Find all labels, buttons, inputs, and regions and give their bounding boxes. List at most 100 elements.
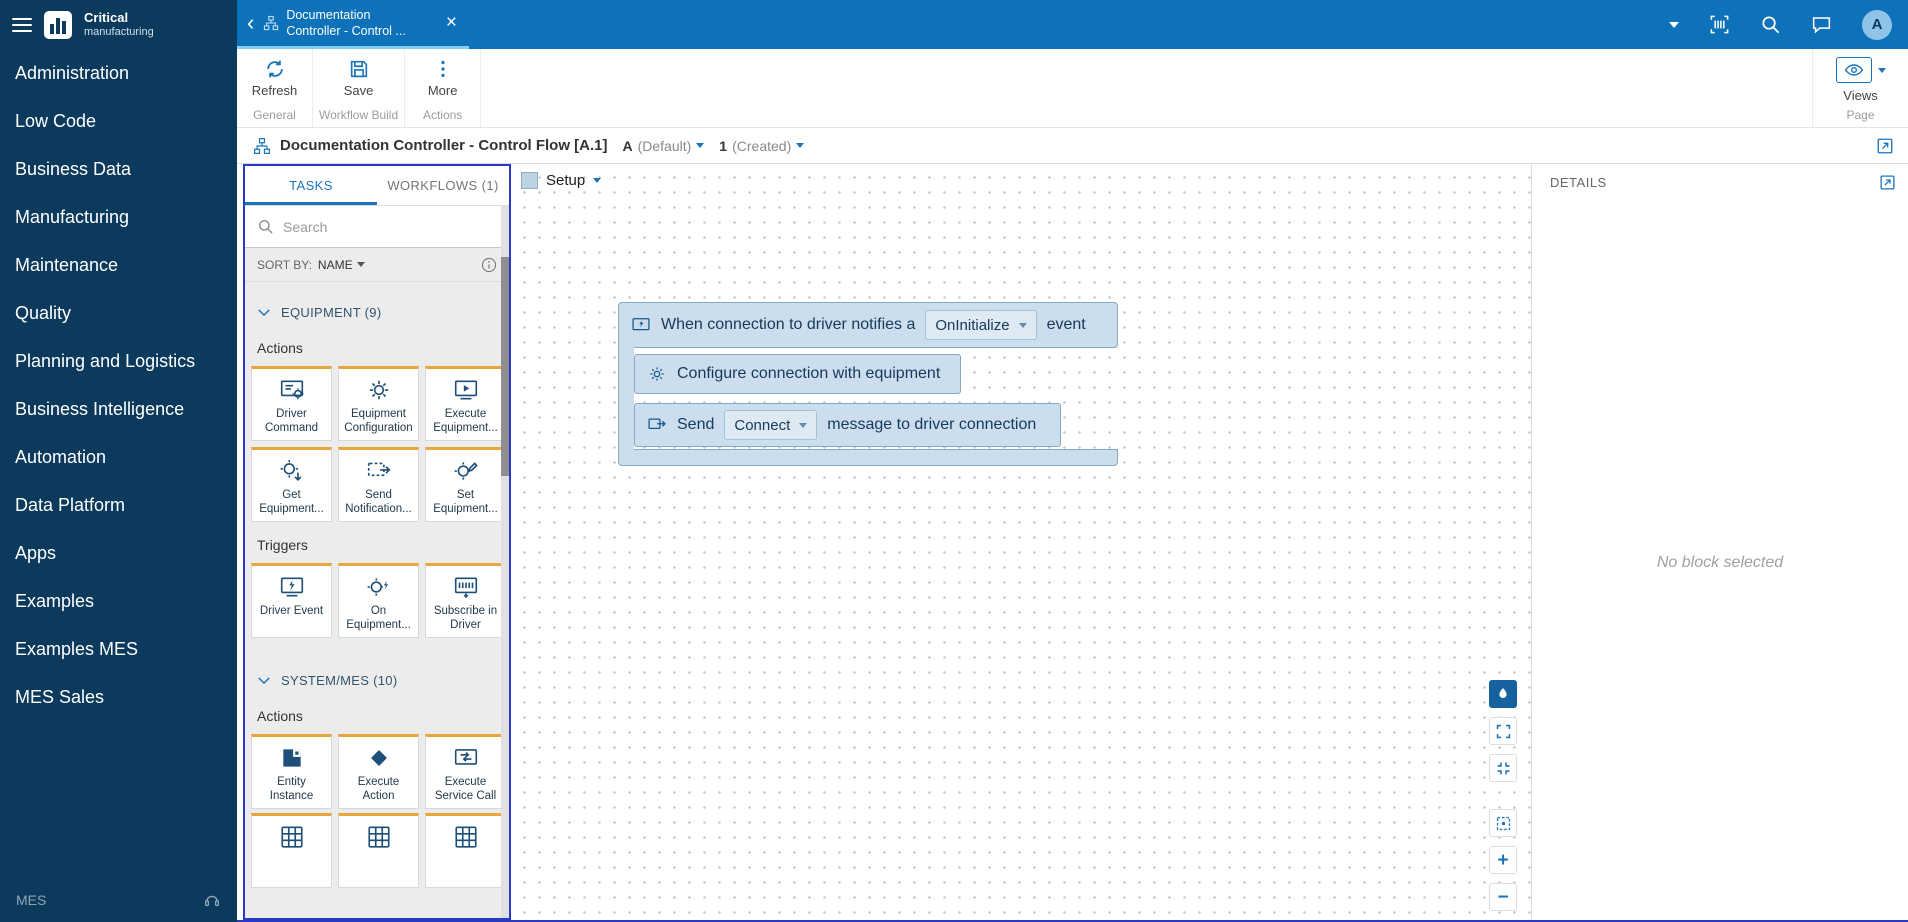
block-bottom-cap[interactable] <box>618 449 1118 466</box>
zoom-out-button[interactable]: − <box>1489 883 1517 911</box>
task-card-label: Set Equipment... <box>426 489 505 517</box>
revision-selector[interactable]: 1 (Created) <box>713 138 804 154</box>
sidebar-item-low-code[interactable]: Low Code <box>0 97 237 145</box>
block-driver-event-trigger[interactable]: When connection to driver notifies a OnI… <box>618 302 1118 348</box>
save-label: Save <box>344 83 374 98</box>
group-label-actions: Actions <box>245 697 509 734</box>
more-button[interactable]: More <box>428 58 458 98</box>
panel-scrollbar[interactable] <box>501 206 509 918</box>
task-card-execute-equipment[interactable]: Execute Equipment... <box>425 366 506 441</box>
info-icon[interactable] <box>481 257 497 273</box>
refresh-button[interactable]: Refresh <box>252 58 298 98</box>
zoom-in-button[interactable]: + <box>1489 846 1517 874</box>
open-details-icon[interactable] <box>1879 174 1896 191</box>
sidebar-item-quality[interactable]: Quality <box>0 289 237 337</box>
chevron-down-icon <box>257 308 271 317</box>
tab-back-icon[interactable]: ‹ <box>245 12 256 34</box>
save-button[interactable]: Save <box>344 58 374 98</box>
refresh-icon <box>264 58 286 80</box>
toolbar-group-label: Actions <box>423 105 462 124</box>
task-card-label: Subscribe in Driver <box>426 605 505 633</box>
search-input[interactable] <box>283 219 497 235</box>
sidebar-item-automation[interactable]: Automation <box>0 433 237 481</box>
views-label: Views <box>1843 88 1877 103</box>
event-dropdown[interactable]: OnInitialize <box>925 310 1036 340</box>
task-card-execute-action[interactable]: Execute Action <box>338 734 419 809</box>
sidebar-item-apps[interactable]: Apps <box>0 529 237 577</box>
topbar-dropdown-chevron-icon[interactable] <box>1669 22 1679 28</box>
task-card[interactable] <box>425 813 506 888</box>
search-icon[interactable] <box>1760 14 1781 35</box>
content-area: TASKS WORKFLOWS (1) SORT BY: NAME <box>237 164 1908 922</box>
hamburger-menu-icon[interactable] <box>12 18 32 32</box>
search-bar <box>245 206 509 248</box>
fit-view-button[interactable] <box>1489 809 1517 837</box>
tab-hierarchy-icon <box>263 15 279 31</box>
sidebar-item-data-platform[interactable]: Data Platform <box>0 481 237 529</box>
sidebar-item-mes-sales[interactable]: MES Sales <box>0 673 237 721</box>
block-configure-connection[interactable]: Configure connection with equipment <box>634 354 961 394</box>
task-card-driver-command[interactable]: Driver Command <box>251 366 332 441</box>
collapse-button[interactable] <box>1489 754 1517 782</box>
details-header: DETAILS <box>1532 164 1908 200</box>
block-send-message[interactable]: Send Connect message to driver connectio… <box>634 403 1061 447</box>
scanner-icon[interactable] <box>1709 14 1730 35</box>
sidebar-item-maintenance[interactable]: Maintenance <box>0 241 237 289</box>
configure-text: Configure connection with equipment <box>677 365 940 383</box>
dropdown-chevron-icon <box>799 423 807 428</box>
sidebar-item-business-data[interactable]: Business Data <box>0 145 237 193</box>
more-dots-icon <box>432 58 454 80</box>
tab-title-line2: Controller - Control ... <box>286 23 435 39</box>
task-card-label: Get Equipment... <box>252 489 331 517</box>
panel-scrollbar-thumb[interactable] <box>501 257 509 476</box>
expand-button[interactable] <box>1489 717 1517 745</box>
tab-workflows[interactable]: WORKFLOWS (1) <box>377 166 509 205</box>
avatar[interactable]: A <box>1862 10 1892 40</box>
workflow-canvas[interactable]: Setup When connection to driver notifies… <box>511 164 1531 920</box>
sidebar-item-examples[interactable]: Examples <box>0 577 237 625</box>
task-card-entity-instance[interactable]: Entity Instance <box>251 734 332 809</box>
chat-icon[interactable] <box>1811 14 1832 35</box>
task-card-execute-service-call[interactable]: Execute Service Call <box>425 734 506 809</box>
task-card-subscribe-in-driver[interactable]: Subscribe in Driver <box>425 563 506 638</box>
sidebar-item-administration[interactable]: Administration <box>0 49 237 97</box>
section-equipment[interactable]: EQUIPMENT (9) <box>245 296 509 329</box>
task-card-driver-event[interactable]: Driver Event <box>251 563 332 638</box>
toolbar: Refresh General Save Workflow Build <box>237 49 1908 128</box>
views-button[interactable] <box>1836 57 1886 83</box>
toolbar-group-label: General <box>253 105 296 124</box>
task-card-send-notification[interactable]: Send Notification... <box>338 447 419 522</box>
expand-page-icon[interactable] <box>1876 137 1894 155</box>
toolbar-group-page: Views Page <box>1812 49 1908 127</box>
sidebar-item-business-intelligence[interactable]: Business Intelligence <box>0 385 237 433</box>
task-card-label: Execute Service Call <box>426 776 505 804</box>
task-card-on-equipment[interactable]: On Equipment... <box>338 563 419 638</box>
flow-selector[interactable]: Setup <box>521 172 601 189</box>
task-card-set-equipment[interactable]: Set Equipment... <box>425 447 506 522</box>
headset-icon[interactable] <box>203 891 221 909</box>
tab-close-icon[interactable]: × <box>442 12 461 34</box>
sidebar-item-examples-mes[interactable]: Examples MES <box>0 625 237 673</box>
configure-block-icon <box>647 364 667 384</box>
version-value: A <box>622 138 632 154</box>
sidebar-item-manufacturing[interactable]: Manufacturing <box>0 193 237 241</box>
section-system-mes[interactable]: SYSTEM/MES (10) <box>245 664 509 697</box>
task-card-get-equipment[interactable]: Get Equipment... <box>251 447 332 522</box>
document-tab[interactable]: ‹ Documentation Controller - Control ...… <box>237 0 469 49</box>
sidebar-item-planning-logistics[interactable]: Planning and Logistics <box>0 337 237 385</box>
hierarchy-icon <box>253 137 271 155</box>
card-grid: Driver Command Equipment Configuration <box>245 366 509 522</box>
task-card[interactable] <box>338 813 419 888</box>
card-grid: Driver Event On Equipment... <box>245 563 509 638</box>
tab-title-line1: Documentation <box>286 7 435 23</box>
tab-tasks[interactable]: TASKS <box>245 166 377 205</box>
task-card-equipment-configuration[interactable]: Equipment Configuration <box>338 366 419 441</box>
sort-by-label: SORT BY: <box>257 258 312 272</box>
task-card[interactable] <box>251 813 332 888</box>
message-dropdown[interactable]: Connect <box>724 410 817 440</box>
version-selector[interactable]: A (Default) <box>616 138 704 154</box>
table-icon <box>279 824 305 850</box>
send-suffix: message to driver connection <box>827 416 1036 434</box>
sort-value-dropdown[interactable]: NAME <box>318 258 365 272</box>
pointer-tool-button[interactable] <box>1489 680 1517 708</box>
